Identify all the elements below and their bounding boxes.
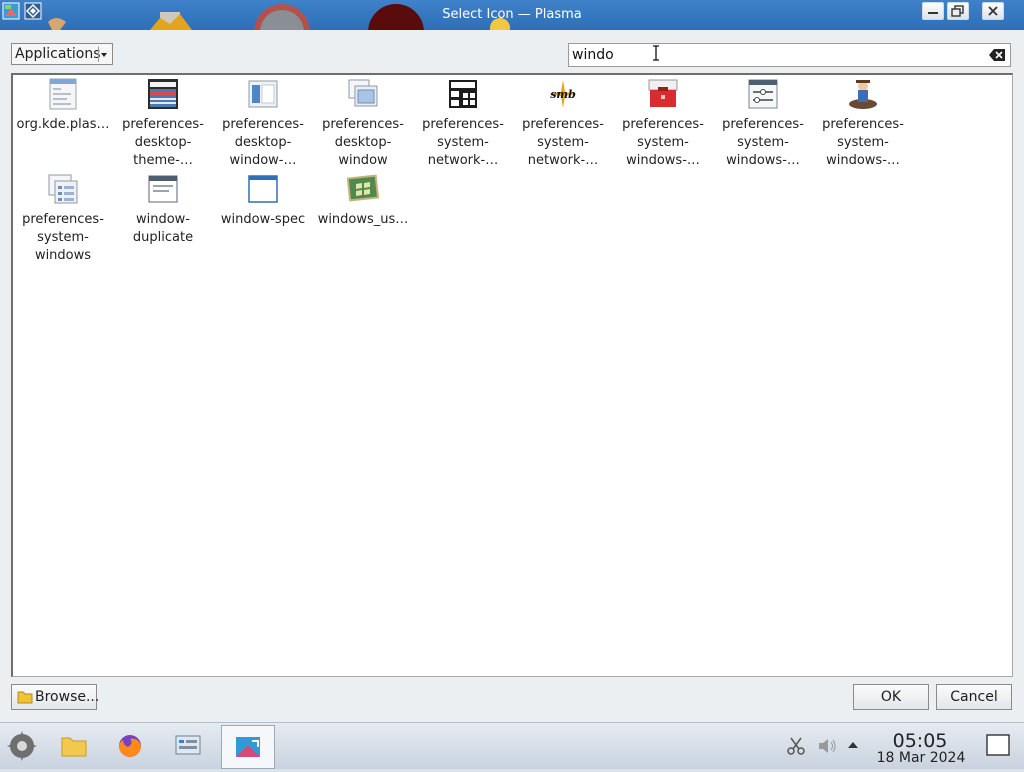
category-select[interactable]: Applications (11, 43, 113, 65)
icon-item[interactable]: window-spec (213, 173, 313, 229)
icon-item[interactable]: preferences-desktop-theme-… (113, 78, 213, 170)
icon-item[interactable]: preferences-system-windows (13, 173, 113, 265)
close-button[interactable] (982, 2, 1004, 20)
restore-icon (951, 5, 964, 17)
icon-label: preferences-desktop-window (322, 117, 404, 168)
system-monitor-icon[interactable] (172, 731, 204, 761)
category-select-value: Applications (15, 46, 101, 62)
close-icon (988, 6, 998, 16)
icon-item[interactable]: preferences-system-network-… (413, 78, 513, 170)
icon-label: preferences-system-network-… (522, 117, 604, 168)
icon-item[interactable]: org.kde.plas… (13, 78, 113, 134)
icon-item[interactable]: preferences-system-windows-… (713, 78, 813, 170)
browse-button-label: Browse... (35, 689, 100, 705)
chevron-up-icon[interactable] (846, 738, 860, 752)
firefox-icon[interactable] (114, 731, 146, 761)
window-settings-icon (748, 79, 778, 109)
clock-date[interactable]: 18 Mar 2024 (868, 750, 974, 766)
window-spec-icon (248, 175, 278, 203)
show-desktop-icon[interactable] (986, 733, 1010, 759)
icon-label: preferences-desktop-theme-… (122, 117, 204, 168)
icon-label: preferences-system-windows (22, 212, 104, 263)
folder-icon (17, 691, 33, 704)
smb-icon: smb (549, 80, 577, 108)
image-editor-icon (236, 737, 260, 757)
window-icon (248, 80, 278, 108)
network-grid-icon (449, 80, 477, 108)
document-list-icon (49, 78, 77, 110)
ok-button[interactable]: OK (853, 684, 929, 710)
theme-preview-icon (148, 79, 178, 109)
character-icon (849, 80, 877, 109)
volume-icon[interactable] (816, 735, 838, 757)
icon-label: org.kde.plas… (16, 117, 110, 132)
minimize-icon (928, 12, 938, 14)
icon-label: preferences-system-windows-… (722, 117, 804, 168)
clock-time[interactable]: 05:05 (872, 730, 968, 752)
select-icon-dialog: Applications org.kde.plas… (0, 30, 1024, 722)
minimize-button[interactable] (922, 2, 944, 20)
icon-grid[interactable]: org.kde.plas… preferences-desktop-theme-… (11, 73, 1013, 677)
scissors-icon[interactable] (785, 735, 807, 757)
folder-icon[interactable] (58, 731, 90, 761)
icon-item[interactable]: smb preferences-system-network-… (513, 78, 613, 170)
taskbar: 05:05 18 Mar 2024 (0, 722, 1024, 769)
search-field[interactable] (568, 43, 1011, 67)
icon-item[interactable]: preferences-system-windows-… (813, 78, 913, 170)
cancel-button-label: Cancel (950, 689, 998, 705)
search-input[interactable] (572, 46, 972, 64)
active-task-image-editor[interactable] (221, 725, 275, 769)
icon-label: window-duplicate (132, 212, 194, 245)
system-settings-icon[interactable] (5, 729, 37, 761)
ok-button-label: OK (880, 689, 902, 705)
icon-label: preferences-system-network-… (422, 117, 504, 168)
window-titlebar[interactable]: Select Icon — Plasma (0, 0, 1024, 30)
icon-item[interactable]: preferences-desktop-window (313, 78, 413, 170)
window-duplicate-icon (148, 175, 178, 203)
icon-label: preferences-system-windows-… (622, 117, 704, 168)
icon-label: preferences-system-windows-… (822, 117, 904, 168)
chevron-down-icon[interactable] (98, 46, 110, 62)
cancel-button[interactable]: Cancel (936, 684, 1012, 710)
icon-item[interactable]: window-duplicate (113, 173, 213, 247)
windows-logo-icon (347, 174, 379, 202)
browse-button[interactable]: Browse... (11, 684, 100, 710)
icon-label: window-spec (220, 212, 306, 227)
windows-stack-icon (348, 79, 378, 107)
icon-item[interactable]: preferences-system-windows-… (613, 78, 713, 170)
clear-search-icon[interactable] (988, 48, 1006, 62)
icon-label: preferences-desktop-window-… (222, 117, 304, 168)
svg-text:smb: smb (550, 88, 576, 101)
windows-list-icon (48, 174, 78, 204)
icon-item[interactable]: windows_us… (313, 173, 413, 229)
toolbox-icon (648, 79, 678, 107)
window-title: Select Icon — Plasma (442, 7, 582, 22)
icon-label: windows_us… (317, 212, 409, 227)
text-cursor-icon (651, 45, 661, 61)
icon-item[interactable]: preferences-desktop-window-… (213, 78, 313, 170)
maximize-button[interactable] (947, 2, 969, 20)
